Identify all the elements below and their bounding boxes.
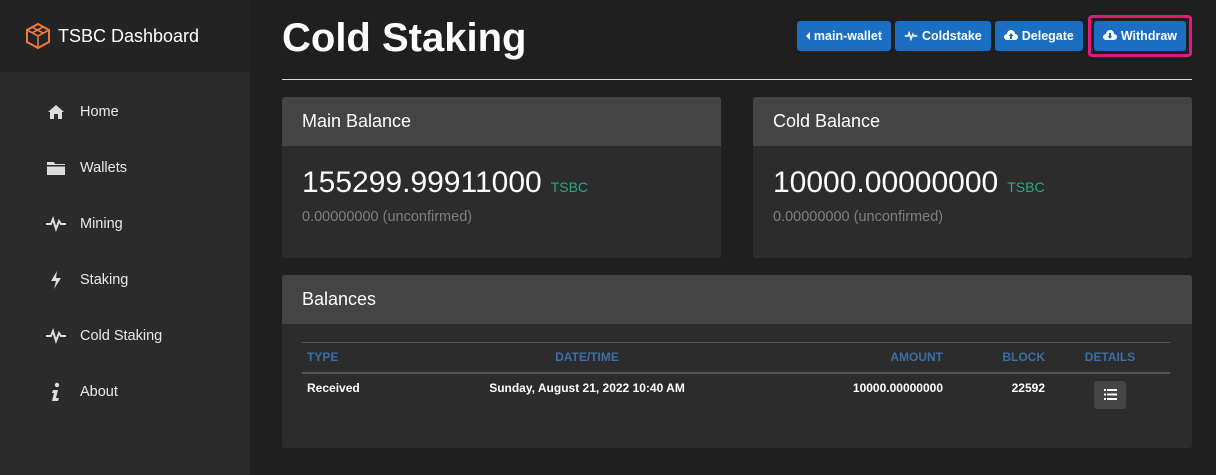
brand[interactable]: TSBC Dashboard — [0, 0, 250, 72]
cold-balance-title: Cold Balance — [753, 97, 1192, 146]
withdraw-button[interactable]: Withdraw — [1093, 20, 1186, 51]
pulse-icon — [904, 30, 918, 41]
cold-balance-unit: TSBC — [1007, 179, 1045, 195]
sidebar-item-staking[interactable]: Staking — [0, 252, 250, 308]
details-button[interactable] — [1094, 380, 1126, 409]
sidebar-item-about[interactable]: About — [0, 364, 250, 420]
cold-balance-value: 10000.00000000 — [773, 166, 999, 199]
sidebar-item-home[interactable]: Home — [0, 84, 250, 140]
coldstake-button[interactable]: Coldstake — [895, 20, 991, 51]
table-header-row: TYPE DATE/TIME AMOUNT BLOCK DETAILS — [302, 342, 1170, 374]
main-balance-value: 155299.99911000 — [302, 166, 542, 199]
balances-card: Balances TYPE DATE/TIME AMOUNT BLOCK DET… — [282, 275, 1192, 448]
sidebar-item-label: Wallets — [80, 160, 127, 176]
sidebar: TSBC Dashboard Home Wallets Mining Staki… — [0, 0, 250, 475]
sidebar-item-mining[interactable]: Mining — [0, 196, 250, 252]
sidebar-nav: Home Wallets Mining Staking Cold Staking… — [0, 72, 250, 420]
delegate-button-label: Delegate — [1021, 28, 1074, 43]
main-balance-title: Main Balance — [282, 97, 721, 146]
page-header: Cold Staking main-wallet Coldstake Deleg… — [282, 0, 1192, 80]
sidebar-item-label: Home — [80, 104, 119, 120]
cold-balance-unconfirmed: 0.00000000 (unconfirmed) — [773, 209, 944, 225]
balances-table: TYPE DATE/TIME AMOUNT BLOCK DETAILS Rece… — [302, 342, 1170, 416]
cell-amount: 10000.00000000 — [852, 380, 943, 395]
withdraw-button-label: Withdraw — [1120, 28, 1177, 43]
app-root: TSBC Dashboard Home Wallets Mining Staki… — [0, 0, 1216, 475]
column-header-block[interactable]: BLOCK — [948, 342, 1050, 374]
column-header-datetime[interactable]: DATE/TIME — [432, 342, 742, 374]
cell-details — [1050, 373, 1170, 416]
bolt-icon — [46, 270, 66, 290]
main-balance-unconfirmed: 0.00000000 (unconfirmed) — [302, 209, 473, 225]
cell-block: 22592 — [1011, 380, 1045, 395]
page-title: Cold Staking — [282, 16, 527, 60]
sidebar-item-label: About — [80, 384, 118, 400]
main-balance-unit: TSBC — [550, 179, 589, 195]
cold-balance-card: Cold Balance 10000.00000000 TSBC 0.00000… — [753, 97, 1192, 258]
sidebar-item-label: Cold Staking — [80, 328, 163, 344]
sidebar-item-label: Staking — [80, 272, 129, 288]
coldstake-button-label: Coldstake — [922, 28, 982, 43]
folder-icon — [46, 158, 66, 178]
info-icon — [46, 382, 66, 402]
home-icon — [46, 102, 66, 122]
balance-cards: Main Balance 155299.99911000 TSBC 0.0000… — [282, 97, 1192, 258]
sidebar-item-wallets[interactable]: Wallets — [0, 140, 250, 196]
cloud-download-icon — [1102, 30, 1117, 40]
cell-type: Received — [307, 380, 360, 395]
column-header-details[interactable]: DETAILS — [1050, 342, 1170, 374]
main-content: Cold Staking main-wallet Coldstake Deleg… — [250, 0, 1216, 475]
cell-datetime: Sunday, August 21, 2022 10:40 AM — [489, 380, 685, 395]
logo-icon — [26, 23, 50, 49]
table-row: Received Sunday, August 21, 2022 10:40 A… — [302, 373, 1170, 416]
cloud-upload-icon — [1003, 30, 1018, 40]
wallet-button[interactable]: main-wallet — [796, 20, 891, 51]
sidebar-item-label: Mining — [80, 216, 123, 232]
main-balance-card: Main Balance 155299.99911000 TSBC 0.0000… — [282, 97, 721, 258]
caret-left-icon — [805, 31, 810, 40]
app-title: TSBC Dashboard — [58, 25, 200, 46]
sidebar-item-cold-staking[interactable]: Cold Staking — [0, 308, 250, 364]
pulse-icon — [46, 214, 66, 234]
balances-title: Balances — [282, 275, 1192, 324]
pulse-icon — [46, 326, 66, 346]
column-header-type[interactable]: TYPE — [302, 342, 432, 374]
list-icon — [1103, 389, 1117, 400]
column-header-amount[interactable]: AMOUNT — [742, 342, 948, 374]
delegate-button[interactable]: Delegate — [994, 20, 1083, 51]
wallet-button-label: main-wallet — [813, 28, 882, 43]
toolbar: main-wallet Coldstake Delegate Withdraw — [796, 14, 1192, 57]
withdraw-highlight: Withdraw — [1087, 14, 1192, 57]
